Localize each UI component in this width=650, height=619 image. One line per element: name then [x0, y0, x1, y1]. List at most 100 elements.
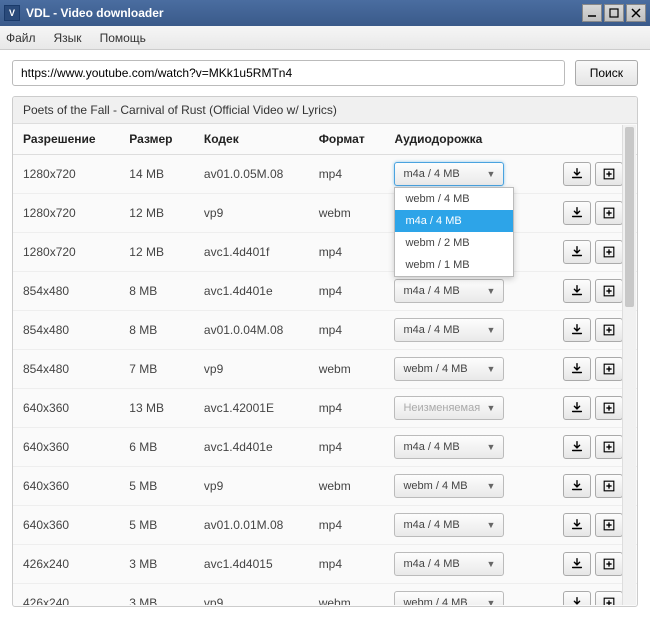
audio-dropdown-menu[interactable]: webm / 4 MBm4a / 4 MBwebm / 2 MBwebm / 1… [394, 187, 514, 277]
audio-dropdown-option[interactable]: webm / 2 MB [395, 232, 513, 254]
formats-table: Разрешение Размер Кодек Формат Аудиодоро… [13, 124, 637, 605]
maximize-button[interactable] [604, 4, 624, 22]
titlebar[interactable]: V VDL - Video downloader [0, 0, 650, 26]
audio-dropdown[interactable]: m4a / 4 MB▼ [394, 318, 504, 342]
audio-dropdown[interactable]: m4a / 4 MB▼ [394, 513, 504, 537]
cell-size: 3 MB [119, 584, 194, 606]
download-button[interactable] [563, 513, 591, 537]
cell-codec: avc1.4d401e [194, 428, 309, 467]
table-row: 426x2403 MBavc1.4d4015mp4m4a / 4 MB▼ [13, 545, 637, 584]
cell-codec: av01.0.04M.08 [194, 311, 309, 350]
queue-add-button[interactable] [595, 162, 623, 186]
cell-resolution: 854x480 [13, 311, 119, 350]
cell-size: 5 MB [119, 467, 194, 506]
audio-dropdown[interactable]: webm / 4 MB▼ [394, 357, 504, 381]
cell-resolution: 854x480 [13, 272, 119, 311]
menu-file[interactable]: Файл [6, 31, 36, 45]
menubar: Файл Язык Помощь [0, 26, 650, 50]
scrollbar-thumb[interactable] [625, 127, 634, 307]
download-button[interactable] [563, 435, 591, 459]
queue-add-button[interactable] [595, 357, 623, 381]
cell-format: mp4 [309, 311, 385, 350]
audio-dropdown[interactable]: m4a / 4 MB▼ [394, 279, 504, 303]
audio-dropdown-label: m4a / 4 MB [403, 285, 459, 297]
cell-resolution: 1280x720 [13, 233, 119, 272]
audio-dropdown-option[interactable]: webm / 1 MB [395, 254, 513, 276]
cell-size: 13 MB [119, 389, 194, 428]
cell-size: 3 MB [119, 545, 194, 584]
queue-add-button[interactable] [595, 591, 623, 605]
cell-codec: av01.0.01M.08 [194, 506, 309, 545]
audio-dropdown[interactable]: m4a / 4 MB▼webm / 4 MBm4a / 4 MBwebm / 2… [394, 162, 504, 186]
cell-codec: vp9 [194, 584, 309, 606]
cell-format: mp4 [309, 233, 385, 272]
col-size: Размер [119, 124, 194, 155]
audio-dropdown-label: webm / 4 MB [403, 480, 467, 492]
search-button[interactable]: Поиск [575, 60, 638, 86]
cell-size: 12 MB [119, 233, 194, 272]
audio-dropdown-label: webm / 4 MB [403, 597, 467, 605]
queue-add-button[interactable] [595, 513, 623, 537]
scrollbar[interactable] [622, 125, 636, 605]
cell-codec: avc1.4d401f [194, 233, 309, 272]
audio-dropdown-option[interactable]: m4a / 4 MB [395, 210, 513, 232]
audio-dropdown: Неизменяемая ▼ [394, 396, 504, 420]
table-row: 426x2403 MBvp9webmwebm / 4 MB▼ [13, 584, 637, 606]
window-title: VDL - Video downloader [26, 6, 582, 20]
minimize-button[interactable] [582, 4, 602, 22]
cell-format: webm [309, 194, 385, 233]
cell-size: 7 MB [119, 350, 194, 389]
cell-format: mp4 [309, 428, 385, 467]
cell-codec: avc1.42001E [194, 389, 309, 428]
queue-add-button[interactable] [595, 435, 623, 459]
download-button[interactable] [563, 357, 591, 381]
download-button[interactable] [563, 318, 591, 342]
chevron-down-icon: ▼ [487, 481, 496, 491]
cell-codec: avc1.4d401e [194, 272, 309, 311]
download-button[interactable] [563, 591, 591, 605]
audio-dropdown-label: Неизменяемая [403, 402, 480, 414]
audio-dropdown-label: m4a / 4 MB [403, 168, 459, 180]
queue-add-button[interactable] [595, 396, 623, 420]
table-row: 640x3605 MBav01.0.01M.08mp4m4a / 4 MB▼ [13, 506, 637, 545]
cell-codec: vp9 [194, 194, 309, 233]
queue-add-button[interactable] [595, 240, 623, 264]
chevron-down-icon: ▼ [487, 403, 496, 413]
menu-help[interactable]: Помощь [100, 31, 146, 45]
cell-format: mp4 [309, 389, 385, 428]
video-title: Poets of the Fall - Carnival of Rust (Of… [13, 97, 637, 124]
download-button[interactable] [563, 474, 591, 498]
close-button[interactable] [626, 4, 646, 22]
url-input[interactable] [12, 60, 565, 86]
queue-add-button[interactable] [595, 552, 623, 576]
cell-size: 5 MB [119, 506, 194, 545]
audio-dropdown-label: m4a / 4 MB [403, 324, 459, 336]
audio-dropdown-option[interactable]: webm / 4 MB [395, 188, 513, 210]
cell-resolution: 854x480 [13, 350, 119, 389]
table-row: 1280x72012 MBvp9webmwebm / 4 MB▼ [13, 194, 637, 233]
download-button[interactable] [563, 552, 591, 576]
table-row: 1280x72014 MBav01.0.05M.08mp4m4a / 4 MB▼… [13, 155, 637, 194]
audio-dropdown[interactable]: m4a / 4 MB▼ [394, 435, 504, 459]
col-audio: Аудиодорожка [384, 124, 533, 155]
audio-dropdown[interactable]: webm / 4 MB ▼ [394, 591, 504, 605]
queue-add-button[interactable] [595, 474, 623, 498]
download-button[interactable] [563, 396, 591, 420]
menu-language[interactable]: Язык [54, 31, 82, 45]
cell-resolution: 1280x720 [13, 155, 119, 194]
download-button[interactable] [563, 162, 591, 186]
cell-codec: avc1.4d4015 [194, 545, 309, 584]
queue-add-button[interactable] [595, 318, 623, 342]
cell-format: mp4 [309, 155, 385, 194]
audio-dropdown[interactable]: webm / 4 MB ▼ [394, 474, 504, 498]
audio-dropdown[interactable]: m4a / 4 MB▼ [394, 552, 504, 576]
queue-add-button[interactable] [595, 279, 623, 303]
download-button[interactable] [563, 240, 591, 264]
queue-add-button[interactable] [595, 201, 623, 225]
download-button[interactable] [563, 201, 591, 225]
chevron-down-icon: ▼ [487, 598, 496, 605]
audio-dropdown-label: m4a / 4 MB [403, 519, 459, 531]
cell-resolution: 640x360 [13, 467, 119, 506]
table-row: 640x36013 MBavc1.42001Emp4Неизменяемая▼ [13, 389, 637, 428]
download-button[interactable] [563, 279, 591, 303]
